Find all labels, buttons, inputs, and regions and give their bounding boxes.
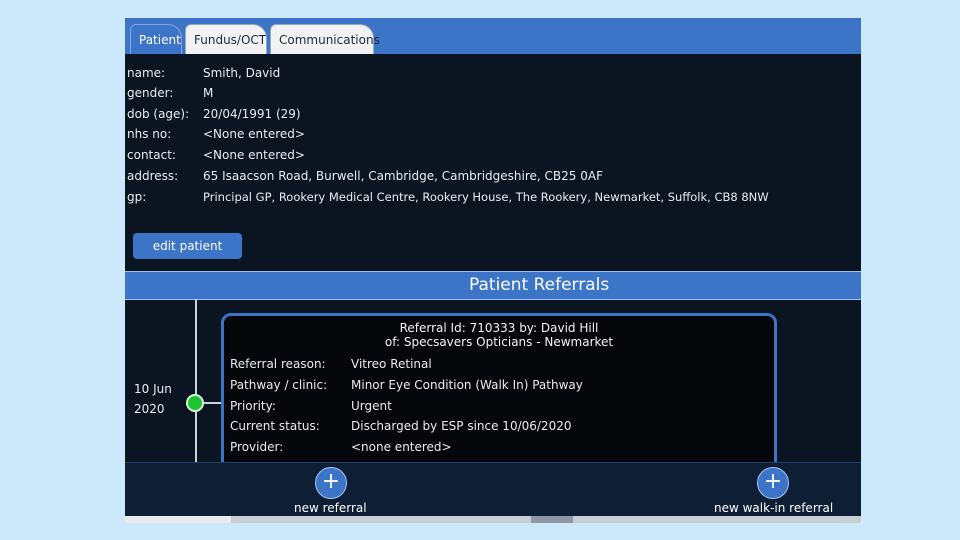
info-label: nhs no: bbox=[127, 127, 172, 141]
new-referral-plus-icon[interactable]: + bbox=[315, 467, 347, 499]
info-label: gender: bbox=[127, 86, 174, 100]
info-value: Principal GP, Rookery Medical Centre, Ro… bbox=[203, 190, 769, 204]
referral-label: Referral reason: bbox=[230, 357, 326, 371]
info-value: M bbox=[203, 86, 214, 100]
referral-value: Vitreo Retinal bbox=[351, 357, 432, 371]
referral-date-year: 2020 bbox=[134, 402, 165, 416]
new-walkin-referral-label[interactable]: new walk-in referral bbox=[714, 501, 833, 515]
strip-segment bbox=[125, 516, 231, 523]
referral-date-day: 10 Jun bbox=[134, 382, 172, 396]
edit-patient-button[interactable]: edit patient bbox=[133, 233, 242, 259]
referral-id-line: Referral Id: 710333 by: David Hill bbox=[399, 321, 599, 335]
timeline-line bbox=[195, 299, 197, 462]
info-label: address: bbox=[127, 169, 179, 183]
referral-value: Discharged by ESP since 10/06/2020 bbox=[351, 419, 572, 433]
tab-patient[interactable]: Patient bbox=[130, 24, 182, 54]
referral-label: Current status: bbox=[230, 419, 320, 433]
info-value: 65 Isaacson Road, Burwell, Cambridge, Ca… bbox=[203, 169, 603, 183]
tab-communications[interactable]: Communications bbox=[270, 24, 380, 54]
info-value: <None entered> bbox=[203, 148, 305, 162]
strip-segment bbox=[531, 516, 573, 523]
bottom-strip bbox=[125, 516, 861, 523]
info-label: gp: bbox=[127, 190, 147, 204]
referral-value: Minor Eye Condition (Walk In) Pathway bbox=[351, 378, 583, 392]
referral-from-line: of: Specsavers Opticians - Newmarket bbox=[384, 335, 614, 349]
new-walkin-referral-plus-icon[interactable]: + bbox=[757, 467, 789, 499]
referrals-header: Patient Referrals bbox=[125, 271, 861, 300]
new-referral-label[interactable]: new referral bbox=[294, 501, 367, 515]
tab-bar: Patient Fundus/OCT Communications bbox=[125, 18, 861, 54]
info-label: name: bbox=[127, 66, 166, 80]
info-label: dob (age): bbox=[127, 107, 190, 121]
footer-bar: + new referral + new walk-in referral bbox=[125, 462, 861, 517]
info-label: contact: bbox=[127, 148, 176, 162]
referrals-title: Patient Referrals bbox=[469, 275, 610, 295]
referral-value: Urgent bbox=[351, 399, 392, 413]
referral-value: <none entered> bbox=[351, 440, 452, 454]
info-value: <None entered> bbox=[203, 127, 305, 141]
app-window: Patient Fundus/OCT Communications name: … bbox=[125, 18, 861, 523]
referral-label: Priority: bbox=[230, 399, 276, 413]
referral-label: Pathway / clinic: bbox=[230, 378, 328, 392]
status-dot[interactable] bbox=[186, 394, 204, 412]
referral-label: Provider: bbox=[230, 440, 284, 454]
info-value: 20/04/1991 (29) bbox=[203, 107, 301, 121]
tab-fundus-oct[interactable]: Fundus/OCT bbox=[185, 24, 267, 54]
info-value: Smith, David bbox=[203, 66, 281, 80]
